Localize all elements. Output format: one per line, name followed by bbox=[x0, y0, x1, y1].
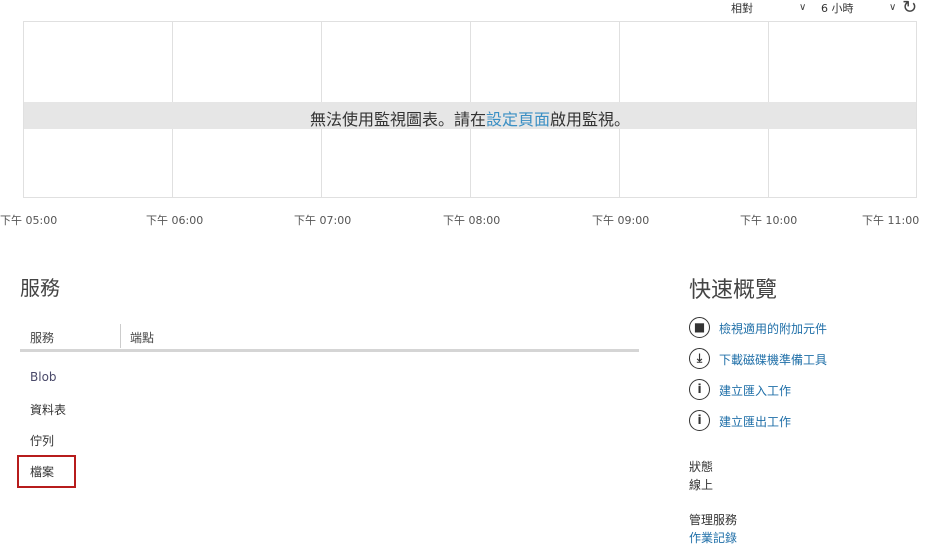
chevron-down-icon: ∨ bbox=[889, 2, 897, 13]
settings-page-link[interactable]: 設定頁面 bbox=[486, 110, 550, 129]
selection-highlight bbox=[17, 455, 76, 488]
mode-select[interactable]: 相對 ∨ bbox=[731, 0, 809, 16]
time-tick: 下午 05:00 bbox=[0, 214, 58, 227]
column-divider bbox=[120, 324, 121, 348]
range-select-value: 6 小時 bbox=[821, 2, 854, 15]
create-export-job-label: 建立匯出工作 bbox=[719, 415, 792, 429]
time-tick: 下午 10:00 bbox=[740, 214, 798, 227]
create-import-job-label: 建立匯入工作 bbox=[719, 384, 792, 398]
time-tick: 下午 11:00 bbox=[862, 214, 920, 227]
info-icon: i bbox=[689, 379, 710, 400]
time-tick: 下午 08:00 bbox=[443, 214, 501, 227]
download-drive-tool-label: 下載磁碟機準備工具 bbox=[719, 353, 828, 367]
time-tick: 下午 06:00 bbox=[146, 214, 204, 227]
service-item-queues[interactable]: 佇列 bbox=[30, 432, 54, 449]
info-icon: i bbox=[689, 410, 710, 431]
operation-logs-link[interactable]: 作業記錄 bbox=[689, 529, 737, 546]
message-text-after: 啟用監視。 bbox=[550, 110, 631, 129]
time-tick: 下午 09:00 bbox=[592, 214, 650, 227]
message-text-before: 無法使用監視圖表。請在 bbox=[309, 110, 486, 129]
refresh-icon[interactable]: ↻ bbox=[902, 0, 917, 18]
monitoring-chart: 無法使用監視圖表。請在設定頁面啟用監視。 bbox=[23, 21, 917, 198]
services-title: 服務 bbox=[20, 276, 60, 300]
mode-select-value: 相對 bbox=[731, 2, 753, 15]
bag-icon: ■ bbox=[689, 317, 710, 338]
quick-glance-title: 快速概覽 bbox=[689, 278, 778, 303]
monitoring-unavailable-message: 無法使用監視圖表。請在設定頁面啟用監視。 bbox=[24, 106, 916, 130]
status-label: 狀態 bbox=[689, 460, 714, 474]
service-item-blob[interactable]: Blob bbox=[30, 370, 57, 384]
range-select[interactable]: 6 小時 ∨ bbox=[821, 0, 901, 16]
services-table-header: 服務 端點 bbox=[20, 324, 639, 352]
status-value: 線上 bbox=[689, 478, 714, 492]
service-item-tables[interactable]: 資料表 bbox=[30, 401, 66, 418]
view-addons-label: 檢視適用的附加元件 bbox=[719, 322, 828, 336]
column-header-service[interactable]: 服務 bbox=[30, 329, 54, 346]
time-tick: 下午 07:00 bbox=[294, 214, 352, 227]
download-icon: ⤓ bbox=[689, 348, 710, 369]
management-services-label: 管理服務 bbox=[689, 513, 738, 527]
chevron-down-icon: ∨ bbox=[799, 2, 807, 13]
column-header-endpoint[interactable]: 端點 bbox=[130, 329, 154, 346]
